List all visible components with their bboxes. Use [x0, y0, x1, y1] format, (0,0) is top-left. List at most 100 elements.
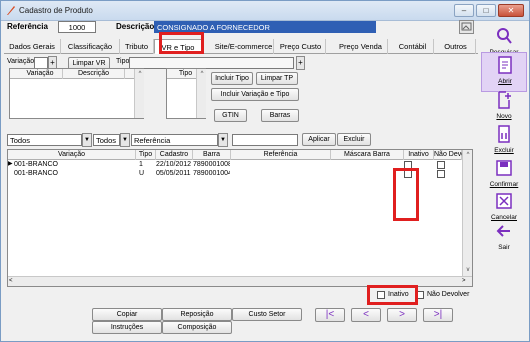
highlight-inativo-footer [367, 285, 418, 305]
reposicao-button[interactable]: Reposição [162, 308, 232, 321]
col-barra: Barra [193, 150, 231, 160]
excluir-label: Excluir [494, 147, 514, 154]
barcode-table-header: Variação Tipo Cadastro Barra Referência … [8, 150, 472, 160]
scroll-left-icon[interactable]: < [9, 278, 15, 285]
sair-button[interactable]: Sair [481, 219, 527, 259]
tab-bar: Dados Gerais Classificação Tributo VR e … [4, 39, 478, 54]
col-mascara-barra: Máscara Barra [331, 150, 404, 160]
gtin-button[interactable]: GTIN [214, 109, 247, 122]
chevron-down-icon[interactable]: ▼ [82, 133, 92, 147]
row-pointer-icon: ▶ [8, 161, 13, 167]
search-icon [497, 28, 512, 44]
exit-arrow-icon [496, 225, 510, 237]
abrir-label: Abrir [498, 78, 512, 85]
composicao-button[interactable]: Composição [162, 321, 232, 334]
cell-variacao: 001-BRANCO [14, 161, 58, 168]
main-panel: Referência 1000 Descrição CONSIGNADO A F… [4, 20, 478, 340]
referencia-input[interactable]: 1000 [58, 21, 96, 33]
col-nao-devolver: Não Devo [434, 150, 466, 160]
image-button[interactable] [459, 20, 474, 34]
tab-dados-gerais[interactable]: Dados Gerais [4, 39, 61, 54]
referencia-label: Referência [7, 22, 48, 31]
tipo-select[interactable] [129, 57, 294, 69]
chevron-down-icon[interactable]: ▼ [120, 133, 130, 147]
abrir-button[interactable]: Abrir [481, 52, 527, 92]
scroll-right-icon[interactable]: > [462, 278, 468, 285]
nav-next-button[interactable]: > [387, 308, 417, 322]
col-variacao: Variação [8, 150, 136, 160]
tab-classificacao[interactable]: Classificação [61, 39, 120, 54]
col-inativo: Inativo [404, 150, 434, 160]
scroll-down-icon[interactable]: v [464, 266, 472, 274]
cell-tipo: 1 [139, 161, 143, 168]
cancel-icon [496, 193, 512, 209]
nav-first-button[interactable]: |< [315, 308, 345, 322]
sair-label: Sair [498, 244, 510, 251]
cell-barra: 7890001004724 [193, 170, 230, 177]
tab-preco-venda[interactable]: Preço Venda [334, 39, 388, 54]
cell-variacao: 001-BRANCO [14, 170, 58, 177]
col-referencia: Referência [231, 150, 331, 160]
chevron-down-icon[interactable]: ▼ [218, 133, 228, 147]
scroll-up-icon[interactable]: ^ [198, 70, 206, 78]
maximize-button[interactable]: □ [476, 4, 496, 17]
incluir-tipo-button[interactable]: Incluir Tipo [211, 72, 253, 85]
save-icon [496, 160, 512, 176]
instrucoes-button[interactable]: Instruções [92, 321, 162, 334]
cell-cadastro: 05/05/2011 [156, 170, 191, 177]
cell-barra: 7890001008203 [193, 161, 230, 168]
variacao-label: Variação [7, 58, 35, 65]
col-variacao: Variação [18, 69, 63, 79]
image-icon [461, 22, 472, 31]
cell-cadastro: 22/10/2012 [156, 161, 192, 168]
custo-setor-button[interactable]: Custo Setor [232, 308, 302, 321]
col-descricao: Descrição [63, 69, 125, 79]
tab-outros[interactable]: Outros [436, 39, 476, 54]
descricao-label: Descrição [116, 22, 155, 31]
window-title: Cadastro de Produto [19, 6, 93, 15]
filter-field-select[interactable]: Referência [131, 134, 218, 146]
filter-todos-2[interactable]: Todos [93, 134, 120, 146]
delete-document-icon [498, 125, 510, 143]
nao-devolver-checkbox[interactable] [437, 161, 445, 169]
scroll-up-icon[interactable]: ^ [136, 70, 144, 78]
copiar-button[interactable]: Copiar [92, 308, 162, 321]
tab-tributo[interactable]: Tributo [120, 39, 154, 54]
col-tipo: Tipo [175, 69, 197, 79]
incluir-variacao-tipo-button[interactable]: Incluir Variação e Tipo [211, 88, 299, 101]
highlight-inativo-column [393, 168, 419, 221]
tipo-scrollbar[interactable]: ^ [196, 69, 206, 118]
variacao-grid-header: Variação Descrição [10, 69, 135, 79]
filter-value-input[interactable] [232, 134, 298, 146]
scroll-up-icon[interactable]: ^ [464, 151, 472, 159]
tipo-grid-header: Tipo [167, 69, 197, 79]
variacao-scrollbar[interactable]: ^ [134, 69, 144, 118]
filter-todos-1[interactable]: Todos [7, 134, 82, 146]
minimize-button[interactable]: – [454, 4, 474, 17]
col-tipo: Tipo [136, 150, 156, 160]
nav-last-button[interactable]: >| [423, 308, 453, 322]
app-icon [7, 6, 15, 15]
novo-label: Novo [496, 113, 512, 120]
tipo-grid[interactable]: Tipo ^ [166, 68, 206, 119]
add-tipo-button[interactable]: + [296, 56, 305, 70]
tipo-label: Tipo [116, 58, 130, 65]
aplicar-button[interactable]: Aplicar [302, 133, 336, 146]
variacao-grid[interactable]: Variação Descrição ^ [9, 68, 144, 119]
close-button[interactable]: ✕ [498, 4, 524, 17]
tab-site-ecommerce[interactable]: Site/E-commerce [214, 39, 274, 54]
excluir-filter-button[interactable]: Excluir [337, 133, 371, 146]
open-document-icon [498, 56, 512, 74]
nav-prev-button[interactable]: < [351, 308, 381, 322]
tab-preco-custo[interactable]: Preço Custo [276, 39, 326, 54]
table-vertical-scrollbar[interactable]: ^ v [462, 150, 472, 276]
nao-devolver-checkbox[interactable] [437, 170, 445, 178]
limpar-tp-button[interactable]: Limpar TP [256, 72, 298, 85]
product-window: Cadastro de Produto – □ ✕ Referência 100… [0, 0, 530, 342]
tab-contabil[interactable]: Contábil [392, 39, 434, 54]
title-bar: Cadastro de Produto – □ ✕ [1, 1, 529, 21]
action-sidebar: Pesquisar Abrir Novo Excluir Confirmar C… [479, 22, 529, 340]
confirmar-label: Confirmar [489, 181, 519, 188]
barras-button[interactable]: Barras [261, 109, 299, 122]
highlight-tab-vr-tipo [159, 32, 204, 54]
